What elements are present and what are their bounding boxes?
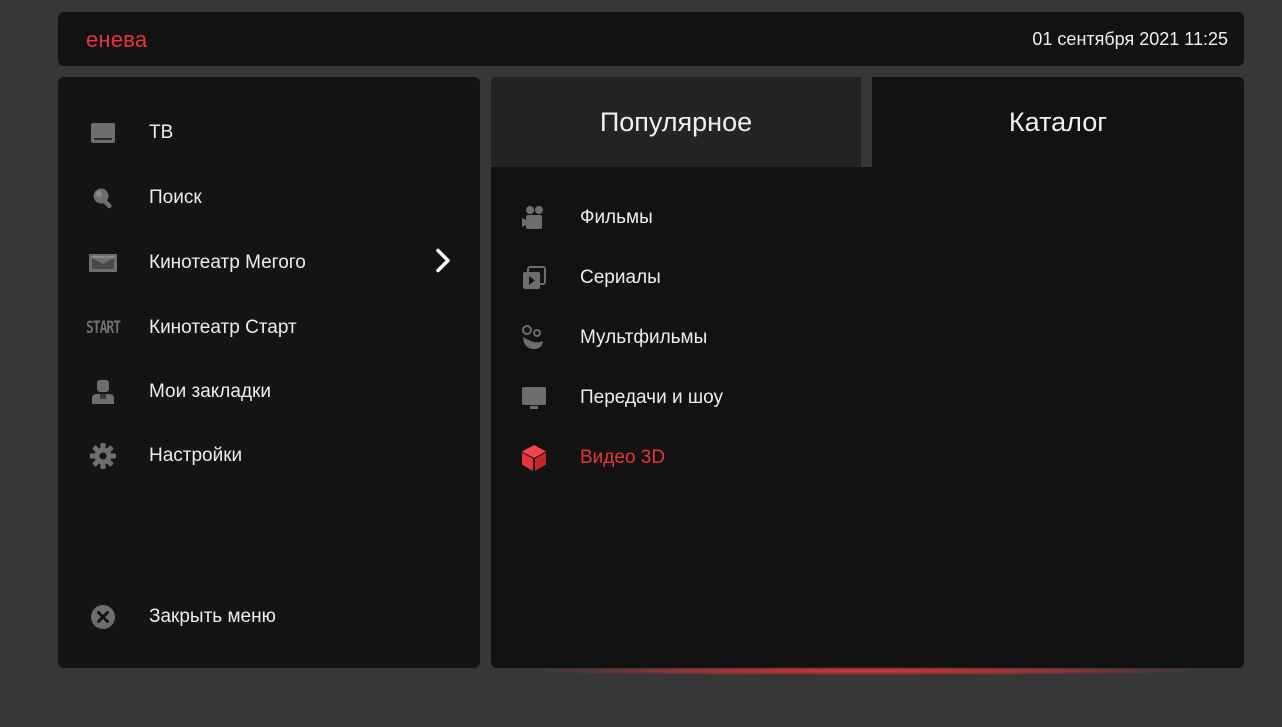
- content-panel: Популярное Каталог Фильмы Сериалы Мультф…: [491, 77, 1244, 668]
- catalog-item-cartoons[interactable]: Мультфильмы: [491, 316, 1244, 360]
- menu-item-start[interactable]: START Кинотеатр Старт: [58, 304, 480, 352]
- series-icon: [519, 263, 549, 293]
- catalog-item-label: Видео 3D: [580, 447, 666, 468]
- close-icon: [88, 602, 118, 632]
- focus-glow: [540, 667, 1192, 675]
- menu-item-label: Мои закладки: [149, 381, 271, 402]
- menu-item-bookmarks[interactable]: Мои закладки: [58, 368, 480, 416]
- cinema-icon: [88, 248, 118, 278]
- cartoon-icon: [519, 323, 549, 353]
- tab-catalog[interactable]: Каталог: [872, 77, 1244, 167]
- menu-item-search[interactable]: Поиск: [58, 174, 480, 222]
- user-bookmarks-icon: [88, 377, 118, 407]
- cube-3d-icon: [519, 443, 549, 473]
- gear-icon: [88, 441, 118, 471]
- tab-divider: [861, 77, 872, 167]
- tv-icon: [88, 118, 118, 148]
- menu-item-label: Настройки: [149, 445, 243, 466]
- tab-popular[interactable]: Популярное: [491, 77, 861, 167]
- close-menu-button[interactable]: Закрыть меню: [58, 593, 480, 641]
- menu-item-megogo[interactable]: Кинотеатр Мегого: [58, 239, 480, 287]
- top-bar: енева 01 сентября 2021 11:25: [58, 12, 1244, 66]
- catalog-item-series[interactable]: Сериалы: [491, 256, 1244, 300]
- menu-item-label: Кинотеатр Мегого: [149, 252, 306, 273]
- menu-item-label: ТВ: [149, 122, 174, 143]
- catalog-item-shows[interactable]: Передачи и шоу: [491, 376, 1244, 420]
- catalog-item-label: Передачи и шоу: [580, 387, 723, 408]
- search-icon: [88, 183, 118, 213]
- close-menu-label: Закрыть меню: [149, 606, 276, 627]
- menu-item-label: Кинотеатр Старт: [149, 317, 297, 338]
- catalog-item-label: Фильмы: [580, 207, 653, 228]
- monitor-icon: [519, 383, 549, 413]
- catalog-item-video-3d[interactable]: Видео 3D: [491, 436, 1244, 480]
- catalog-item-movies[interactable]: Фильмы: [491, 196, 1244, 240]
- menu-item-label: Поиск: [149, 187, 202, 208]
- catalog-item-label: Сериалы: [580, 267, 661, 288]
- start-logo-icon: START: [85, 318, 121, 338]
- date-time: 01 сентября 2021 11:25: [1032, 29, 1228, 49]
- brand-logo: енева: [86, 27, 148, 52]
- chevron-right-icon: [436, 248, 450, 278]
- catalog-item-label: Мультфильмы: [580, 327, 708, 348]
- movie-camera-icon: [519, 203, 549, 233]
- menu-item-tv[interactable]: ТВ: [58, 109, 480, 157]
- main-menu: ТВ Поиск Кинотеатр Мегого START Кинотеат…: [58, 77, 480, 668]
- menu-item-settings[interactable]: Настройки: [58, 432, 480, 480]
